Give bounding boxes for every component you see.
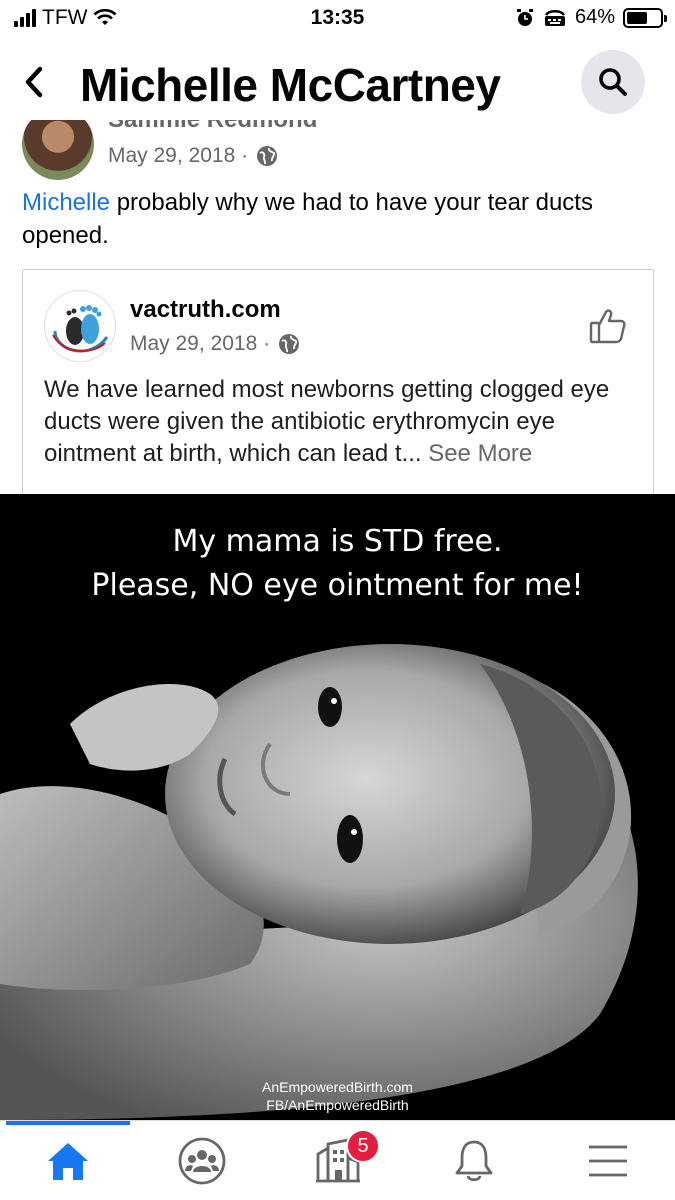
shared-text: We have learned most newborns getting cl…: [44, 374, 644, 470]
chevron-left-icon: [25, 66, 43, 98]
post-author[interactable]: Sammie Redmond: [108, 120, 317, 134]
image-credit: AnEmpoweredBirth.com FB/AnEmpoweredBirth: [0, 1078, 675, 1114]
thumbs-up-icon: [589, 309, 626, 344]
hamburger-menu-icon: [589, 1145, 627, 1177]
caption-line-1: My mama is STD free.: [172, 524, 503, 559]
home-icon: [48, 1143, 88, 1180]
battery-fill: [627, 11, 648, 24]
mention-link[interactable]: Michelle: [22, 189, 110, 216]
like-page-button[interactable]: [588, 306, 628, 346]
tab-menu[interactable]: [578, 1133, 638, 1189]
active-tab-indicator: [6, 1121, 130, 1125]
globe-icon: [279, 334, 300, 354]
post: Sammie Redmond May 29, 2018 · Michelle p…: [0, 120, 675, 495]
caption-line-2: Please, NO eye ointment for me!: [91, 568, 584, 603]
bottom-tab-bar: 5: [0, 1120, 675, 1200]
shared-source[interactable]: vactruth.com: [130, 296, 281, 324]
tab-pages[interactable]: 5: [308, 1129, 380, 1189]
see-more-link[interactable]: See More: [428, 440, 532, 467]
shared-date[interactable]: May 29, 2018 ·: [130, 332, 270, 356]
post-text: Michelle probably why we had to have you…: [22, 186, 657, 252]
tab-groups[interactable]: [172, 1133, 232, 1189]
battery-percent: 64%: [574, 6, 615, 28]
page-title: Michelle McCartney: [80, 59, 501, 111]
tab-notifications[interactable]: [444, 1133, 504, 1189]
battery-icon: [623, 7, 667, 28]
avatar[interactable]: [22, 120, 94, 180]
profile-header: Michelle McCartney: [0, 40, 675, 128]
tty-icon: [544, 9, 566, 26]
status-bar: TFW 13:35 64%: [0, 0, 675, 40]
bell-icon: [455, 1140, 493, 1182]
notification-badge: 5: [346, 1129, 380, 1163]
credit-line-2: FB/AnEmpoweredBirth: [266, 1097, 409, 1113]
groups-icon: [178, 1137, 226, 1185]
globe-icon: [257, 146, 278, 166]
shared-image[interactable]: My mama is STD free. Please, NO eye oint…: [0, 494, 675, 1120]
vactruth-logo: [44, 290, 116, 362]
shared-post-card[interactable]: vactruth.com May 29, 2018 · We have lear…: [22, 269, 654, 495]
back-button[interactable]: [14, 62, 54, 102]
search-icon: [599, 68, 627, 96]
credit-line-1: AnEmpoweredBirth.com: [262, 1079, 413, 1095]
shared-meta: May 29, 2018 ·: [130, 332, 300, 356]
post-meta: May 29, 2018 ·: [108, 144, 278, 168]
image-caption: My mama is STD free. Please, NO eye oint…: [0, 520, 675, 608]
tab-home[interactable]: [38, 1133, 98, 1189]
alarm-icon: [516, 8, 533, 26]
feet-logo-icon: [52, 305, 109, 353]
search-button[interactable]: [581, 50, 645, 114]
post-date[interactable]: May 29, 2018 ·: [108, 144, 248, 168]
